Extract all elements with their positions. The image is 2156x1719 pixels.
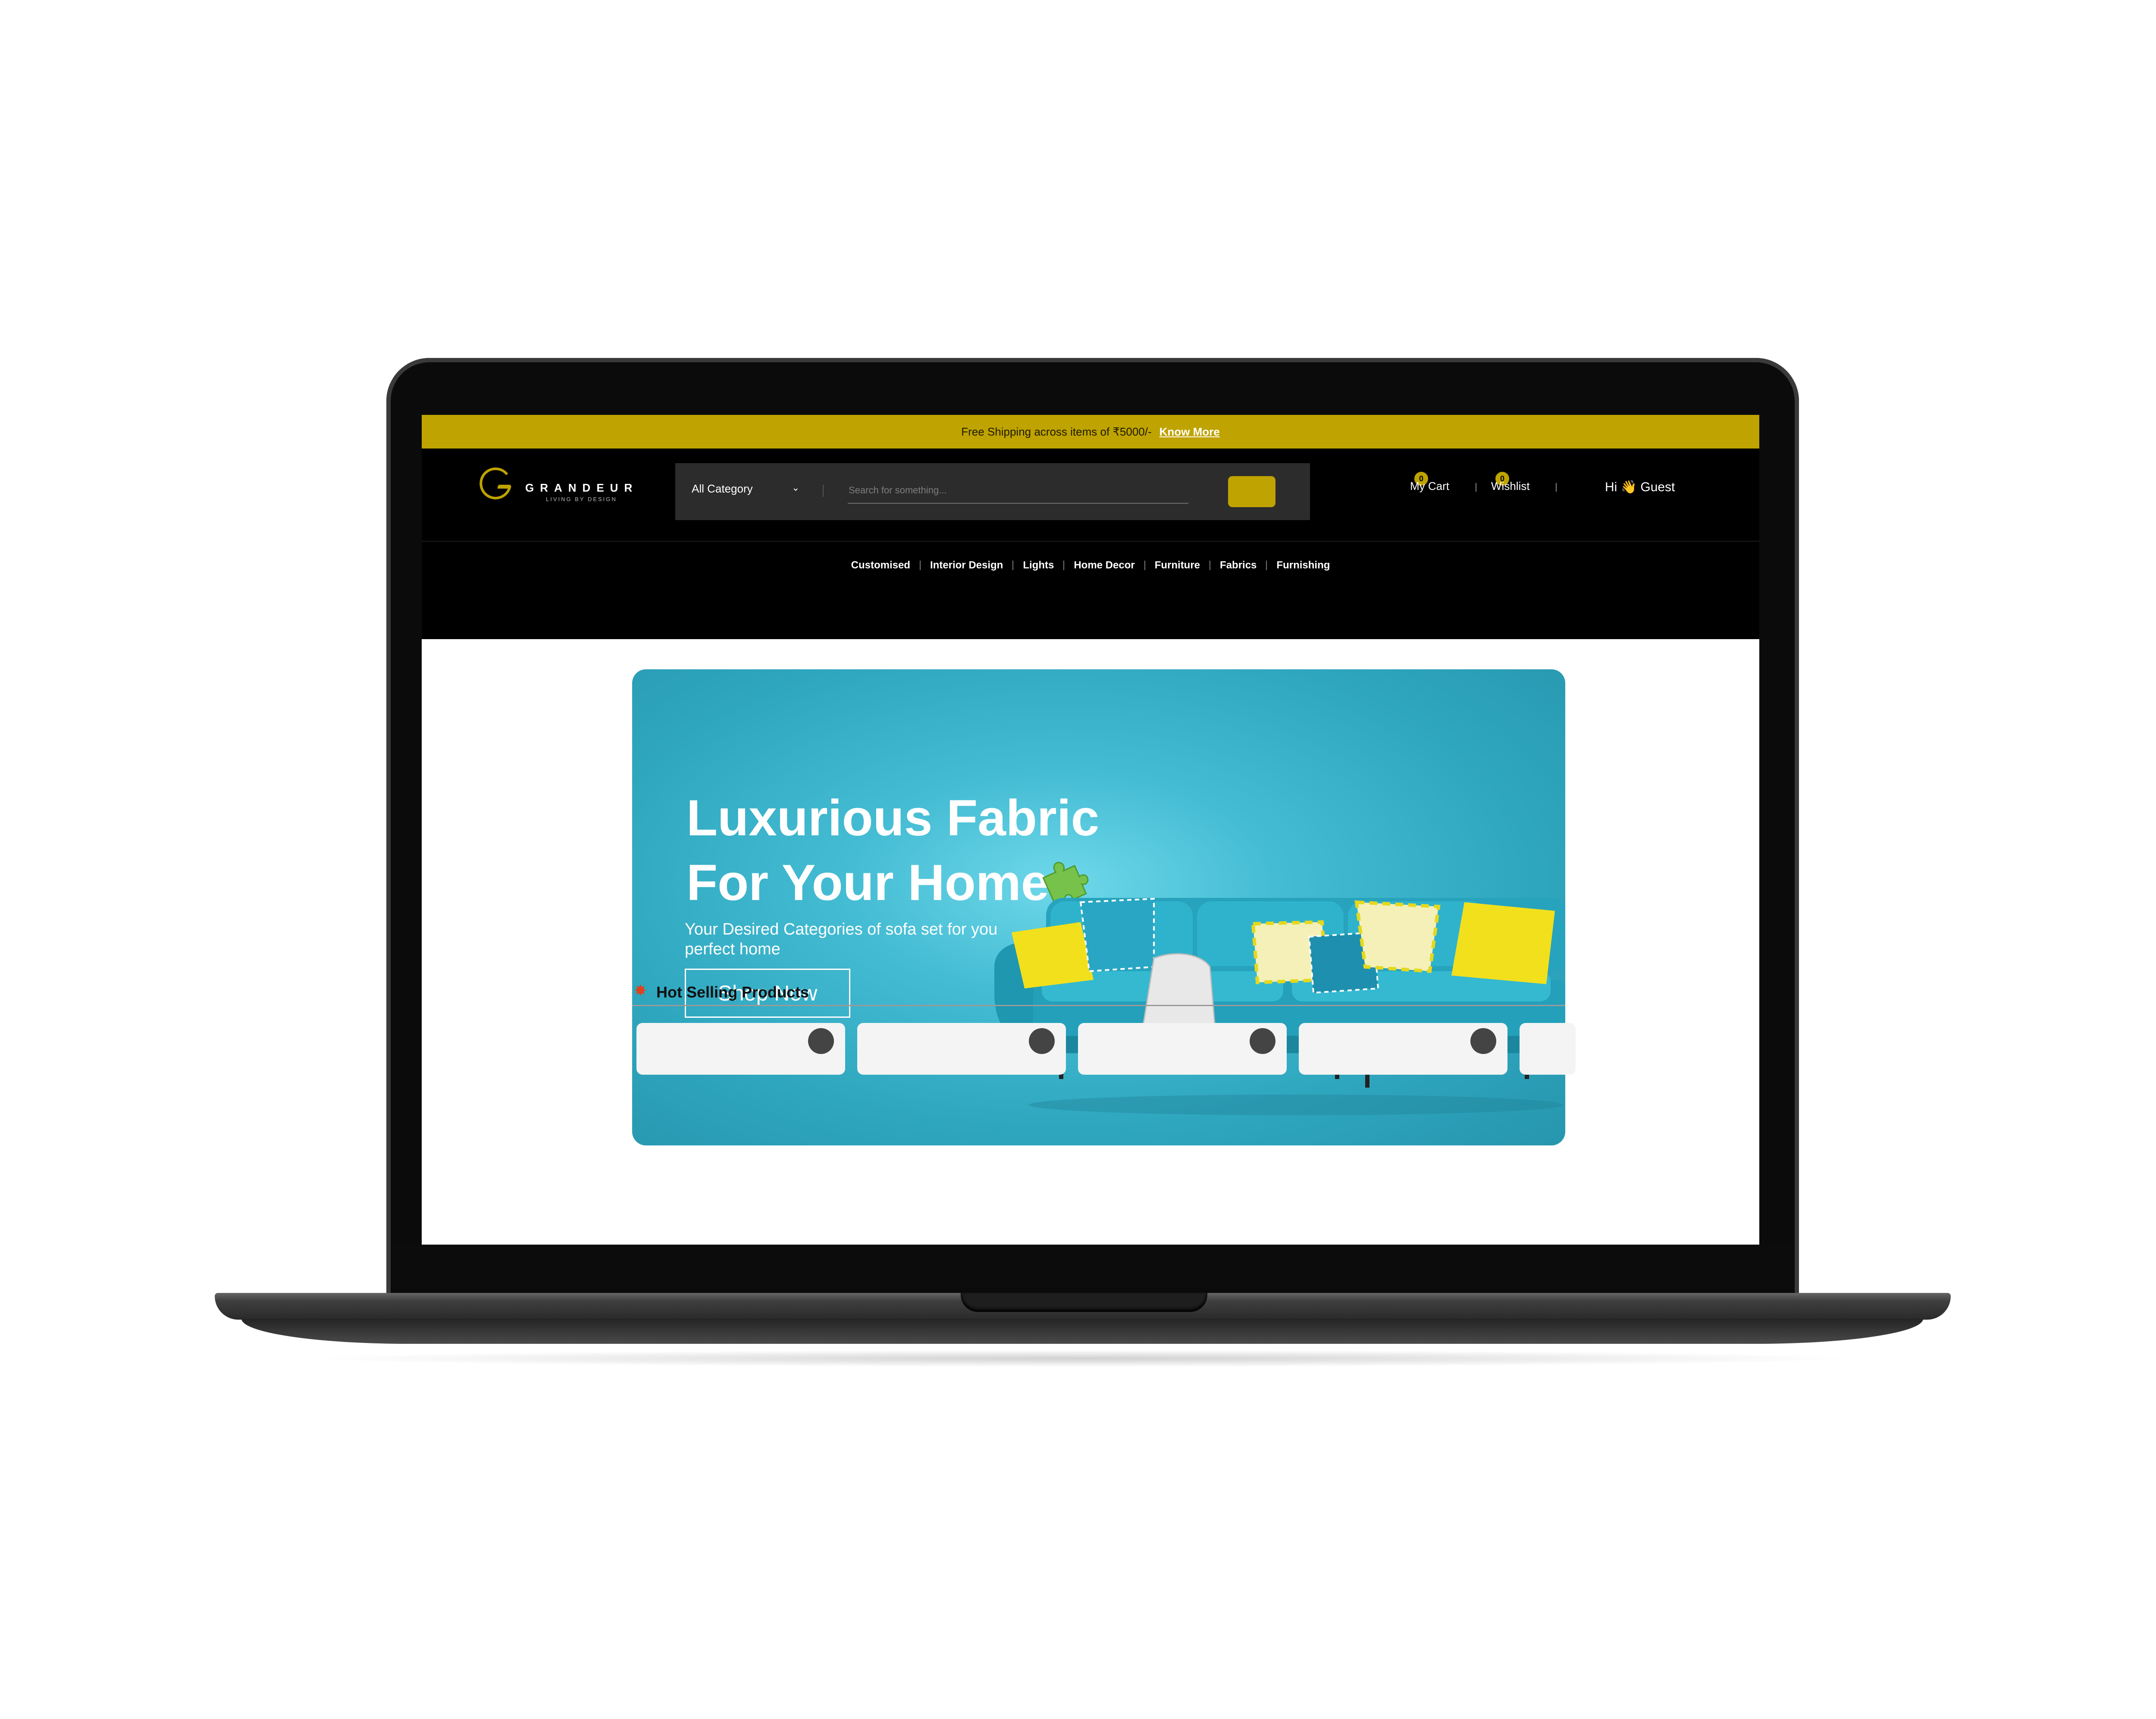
- search-separator: [823, 485, 824, 497]
- grandeur-g-icon: [479, 467, 511, 499]
- search-input[interactable]: [848, 478, 1188, 504]
- product-card[interactable]: [857, 1023, 1066, 1075]
- product-card[interactable]: [1299, 1023, 1507, 1075]
- laptop-notch: [961, 1293, 1207, 1312]
- wishlist-link[interactable]: Wishlist: [1491, 480, 1530, 493]
- know-more-link[interactable]: Know More: [1159, 425, 1220, 439]
- laptop-shadow: [302, 1350, 1863, 1367]
- hero-subtitle: Your Desired Categories of sofa set for …: [685, 920, 998, 958]
- product-card[interactable]: [636, 1023, 845, 1075]
- product-card[interactable]: [1078, 1023, 1287, 1075]
- wishlist-heart-icon[interactable]: [1470, 1028, 1496, 1054]
- hot-selling-header: ✸ Hot Selling Products: [632, 977, 1565, 1006]
- browser-viewport: Free Shipping across items of ₹5000/- Kn…: [422, 415, 1759, 1245]
- hero-title-line1: Luxurious Fabric: [686, 790, 1100, 847]
- nav-item-fabrics[interactable]: Fabrics: [1210, 560, 1267, 571]
- search-bar: All Category ⌄: [675, 463, 1310, 520]
- user-greeting[interactable]: Hi 👋 Guest: [1605, 480, 1675, 495]
- header-separator: [1556, 483, 1557, 492]
- nav-item-interior-design[interactable]: Interior Design: [921, 560, 1014, 571]
- chevron-down-icon[interactable]: ⌄: [792, 482, 799, 493]
- category-select[interactable]: All Category: [692, 482, 753, 496]
- brand-name: GRANDEUR: [525, 481, 639, 494]
- site-header: GRANDEUR LIVING BY DESIGN All Category ⌄…: [422, 449, 1759, 639]
- nav-item-furnishing[interactable]: Furnishing: [1267, 560, 1339, 571]
- header-divider: [422, 541, 1759, 542]
- brand-logo[interactable]: GRANDEUR LIVING BY DESIGN: [477, 465, 641, 512]
- cart-link[interactable]: My Cart: [1410, 480, 1449, 493]
- nav-item-furniture[interactable]: Furniture: [1145, 560, 1211, 571]
- nav-item-lights[interactable]: Lights: [1013, 560, 1065, 571]
- brand-tagline: LIVING BY DESIGN: [546, 496, 617, 502]
- nav-item-home-decor[interactable]: Home Decor: [1064, 560, 1145, 571]
- wishlist-heart-icon[interactable]: [808, 1028, 834, 1054]
- nav-item-customised[interactable]: Customised: [842, 560, 921, 571]
- wishlist-heart-icon[interactable]: [1250, 1028, 1275, 1054]
- starburst-icon: ✸: [634, 982, 647, 999]
- promo-bar: Free Shipping across items of ₹5000/- Kn…: [422, 415, 1759, 449]
- product-card[interactable]: [1520, 1023, 1576, 1075]
- laptop-base-lip: [241, 1319, 1923, 1344]
- hot-selling-title: Hot Selling Products: [656, 983, 809, 1001]
- main-nav: Customised Interior Design Lights Home D…: [422, 560, 1759, 571]
- wishlist-heart-icon[interactable]: [1029, 1028, 1055, 1054]
- search-button[interactable]: [1228, 476, 1275, 507]
- laptop-bezel: [392, 1245, 1793, 1288]
- promo-text: Free Shipping across items of ₹5000/-: [961, 425, 1152, 438]
